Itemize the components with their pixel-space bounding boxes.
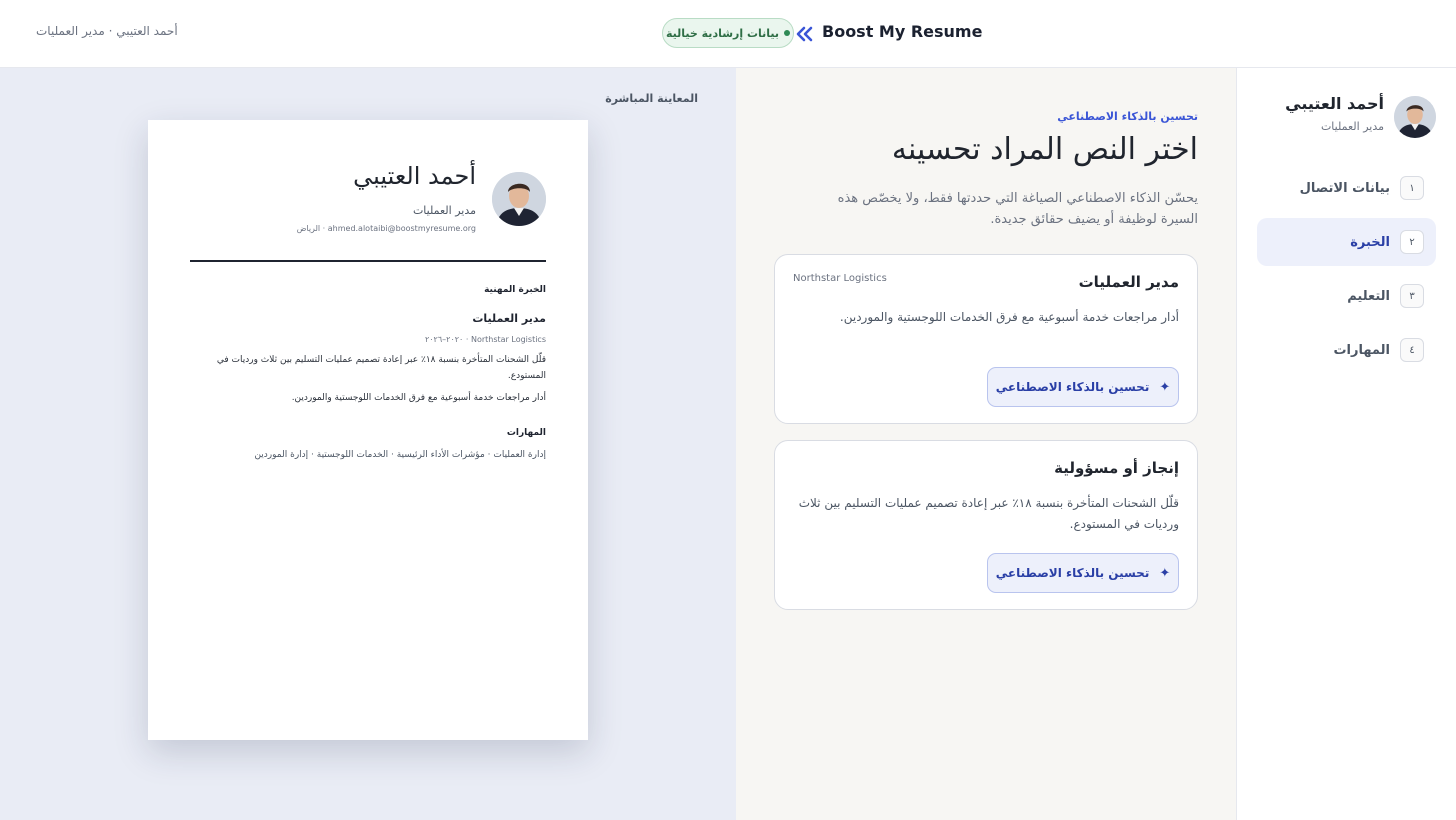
step-number: ٣ <box>1400 284 1424 308</box>
step-experience[interactable]: ٢ الخبرة <box>1257 218 1436 266</box>
step-skills[interactable]: ٤ المهارات <box>1257 326 1436 374</box>
step-contact-info[interactable]: ١ بيانات الاتصال <box>1257 164 1436 212</box>
profile-role: مدير العمليات <box>1320 120 1384 133</box>
top-header: Boost My Resume بيانات إرشادية خيالية أح… <box>0 0 1456 68</box>
step-label: بيانات الاتصال <box>1299 180 1390 196</box>
card-title: مدير العمليات <box>1078 273 1179 291</box>
card-company: Northstar Logistics <box>793 273 887 284</box>
resume-experience-heading: الخبرة المهنية <box>484 285 546 295</box>
resume-skills-list: إدارة العمليات · مؤشرات الأداء الرئيسية … <box>254 450 546 460</box>
card-text: قلّل الشحنات المتأخرة بنسبة ١٨٪ عبر إعاد… <box>798 496 1179 531</box>
improve-button-label: تحسين بالذكاء الاصطناعي <box>995 566 1150 580</box>
demo-badge-label: بيانات إرشادية خيالية <box>665 26 780 40</box>
resume-contact: ahmed.alotaibi@boostmyresume.org · الريا… <box>296 224 476 233</box>
card-title: إنجاز أو مسؤولية <box>1054 459 1179 477</box>
improvable-text-card[interactable]: مدير العمليات Northstar Logistics أدار م… <box>774 254 1198 424</box>
steps-sidebar: أحمد العتيبي مدير العمليات ١ بيانات الات… <box>1236 68 1456 820</box>
profile-name: أحمد العتيبي <box>1285 94 1384 113</box>
double-chevron-icon <box>796 26 813 42</box>
preview-label: المعاينة المباشرة <box>605 92 698 105</box>
resume-skills-heading: المهارات <box>506 428 546 438</box>
live-preview-panel: المعاينة المباشرة أحمد العتيبي مدير العم… <box>0 68 736 820</box>
ai-improve-panel: تحسين بالذكاء الاصطناعي اختر النص المراد… <box>736 68 1236 820</box>
card-text: أدار مراجعات خدمة أسبوعية مع فرق الخدمات… <box>839 310 1179 324</box>
person-avatar-icon <box>492 172 546 226</box>
resume-photo <box>492 172 546 226</box>
demo-data-badge: بيانات إرشادية خيالية <box>662 18 794 48</box>
resume-preview-page: أحمد العتيبي مدير العمليات ahmed.alotaib… <box>148 120 588 740</box>
resume-role: مدير العمليات <box>412 204 476 217</box>
resume-bullet: أدار مراجعات خدمة أسبوعية مع فرق الخدمات… <box>291 393 546 403</box>
improvable-text-card[interactable]: إنجاز أو مسؤولية قلّل الشحنات المتأخرة ب… <box>774 440 1198 610</box>
page-description: يحسّن الذكاء الاصطناعي الصياغة التي حددت… <box>837 191 1198 227</box>
step-label: التعليم <box>1347 288 1390 304</box>
avatar <box>1394 96 1436 138</box>
resume-bullet: قلّل الشحنات المتأخرة بنسبة ١٨٪ عبر إعاد… <box>216 355 546 381</box>
improve-with-ai-button[interactable]: ✦ تحسين بالذكاء الاصطناعي <box>987 367 1179 407</box>
user-summary: أحمد العتيبي · مدير العمليات <box>36 24 178 38</box>
brand-logo[interactable]: Boost My Resume <box>822 22 982 41</box>
person-avatar-icon <box>1394 96 1436 138</box>
improve-with-ai-button[interactable]: ✦ تحسين بالذكاء الاصطناعي <box>987 553 1179 593</box>
section-eyebrow: تحسين بالذكاء الاصطناعي <box>1057 110 1198 123</box>
step-label: المهارات <box>1333 342 1390 358</box>
resume-divider <box>190 260 546 262</box>
step-number: ٤ <box>1400 338 1424 362</box>
improve-button-label: تحسين بالذكاء الاصطناعي <box>995 380 1150 394</box>
page-title: اختر النص المراد تحسينه <box>891 132 1198 167</box>
resume-job-meta: Northstar Logistics · ٢٠٢٠–٢٠٢٦ <box>424 335 546 344</box>
step-label: الخبرة <box>1350 234 1390 250</box>
sparkle-icon: ✦ <box>1159 565 1171 581</box>
step-number: ٢ <box>1400 230 1424 254</box>
resume-name: أحمد العتيبي <box>353 162 476 190</box>
step-education[interactable]: ٣ التعليم <box>1257 272 1436 320</box>
resume-job-title: مدير العمليات <box>472 312 546 325</box>
sparkle-icon: ✦ <box>1159 379 1171 395</box>
step-number: ١ <box>1400 176 1424 200</box>
status-dot-icon <box>784 30 791 36</box>
